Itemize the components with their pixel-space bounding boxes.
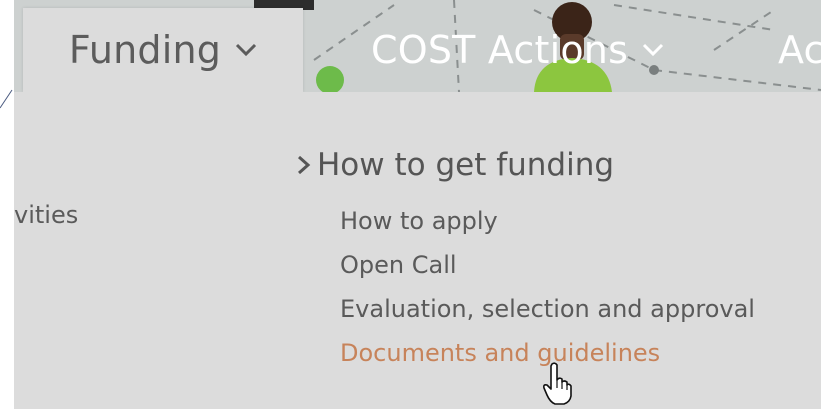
nav-funding-label: Funding bbox=[68, 28, 222, 72]
nav-cost-actions-label: COST Actions bbox=[371, 28, 629, 72]
nav-item-partial[interactable]: Ac bbox=[778, 8, 821, 92]
funding-sublinks: How to apply Open Call Evaluation, selec… bbox=[340, 199, 755, 375]
page-margin bbox=[0, 0, 14, 409]
chevron-down-icon bbox=[235, 43, 257, 57]
nav-funding[interactable]: Funding bbox=[23, 8, 303, 92]
nav-cost-actions[interactable]: COST Actions bbox=[371, 8, 664, 92]
group-how-to-get-funding[interactable]: How to get funding bbox=[297, 147, 614, 183]
chevron-down-icon bbox=[642, 43, 664, 57]
funding-dropdown-panel: vities How to get funding How to apply O… bbox=[14, 92, 821, 409]
dropdown-left-column-partial[interactable]: vities bbox=[14, 201, 78, 229]
decorative-line bbox=[0, 89, 13, 109]
hand-pointer-icon bbox=[542, 362, 572, 410]
main-navigation: Funding COST Actions Ac bbox=[14, 0, 821, 92]
link-evaluation-selection-approval[interactable]: Evaluation, selection and approval bbox=[340, 287, 755, 331]
nav-partial-label: Ac bbox=[778, 28, 821, 72]
link-open-call[interactable]: Open Call bbox=[340, 243, 755, 287]
group-title-label: How to get funding bbox=[317, 147, 615, 183]
chevron-right-icon bbox=[297, 147, 311, 183]
link-how-to-apply[interactable]: How to apply bbox=[340, 199, 755, 243]
